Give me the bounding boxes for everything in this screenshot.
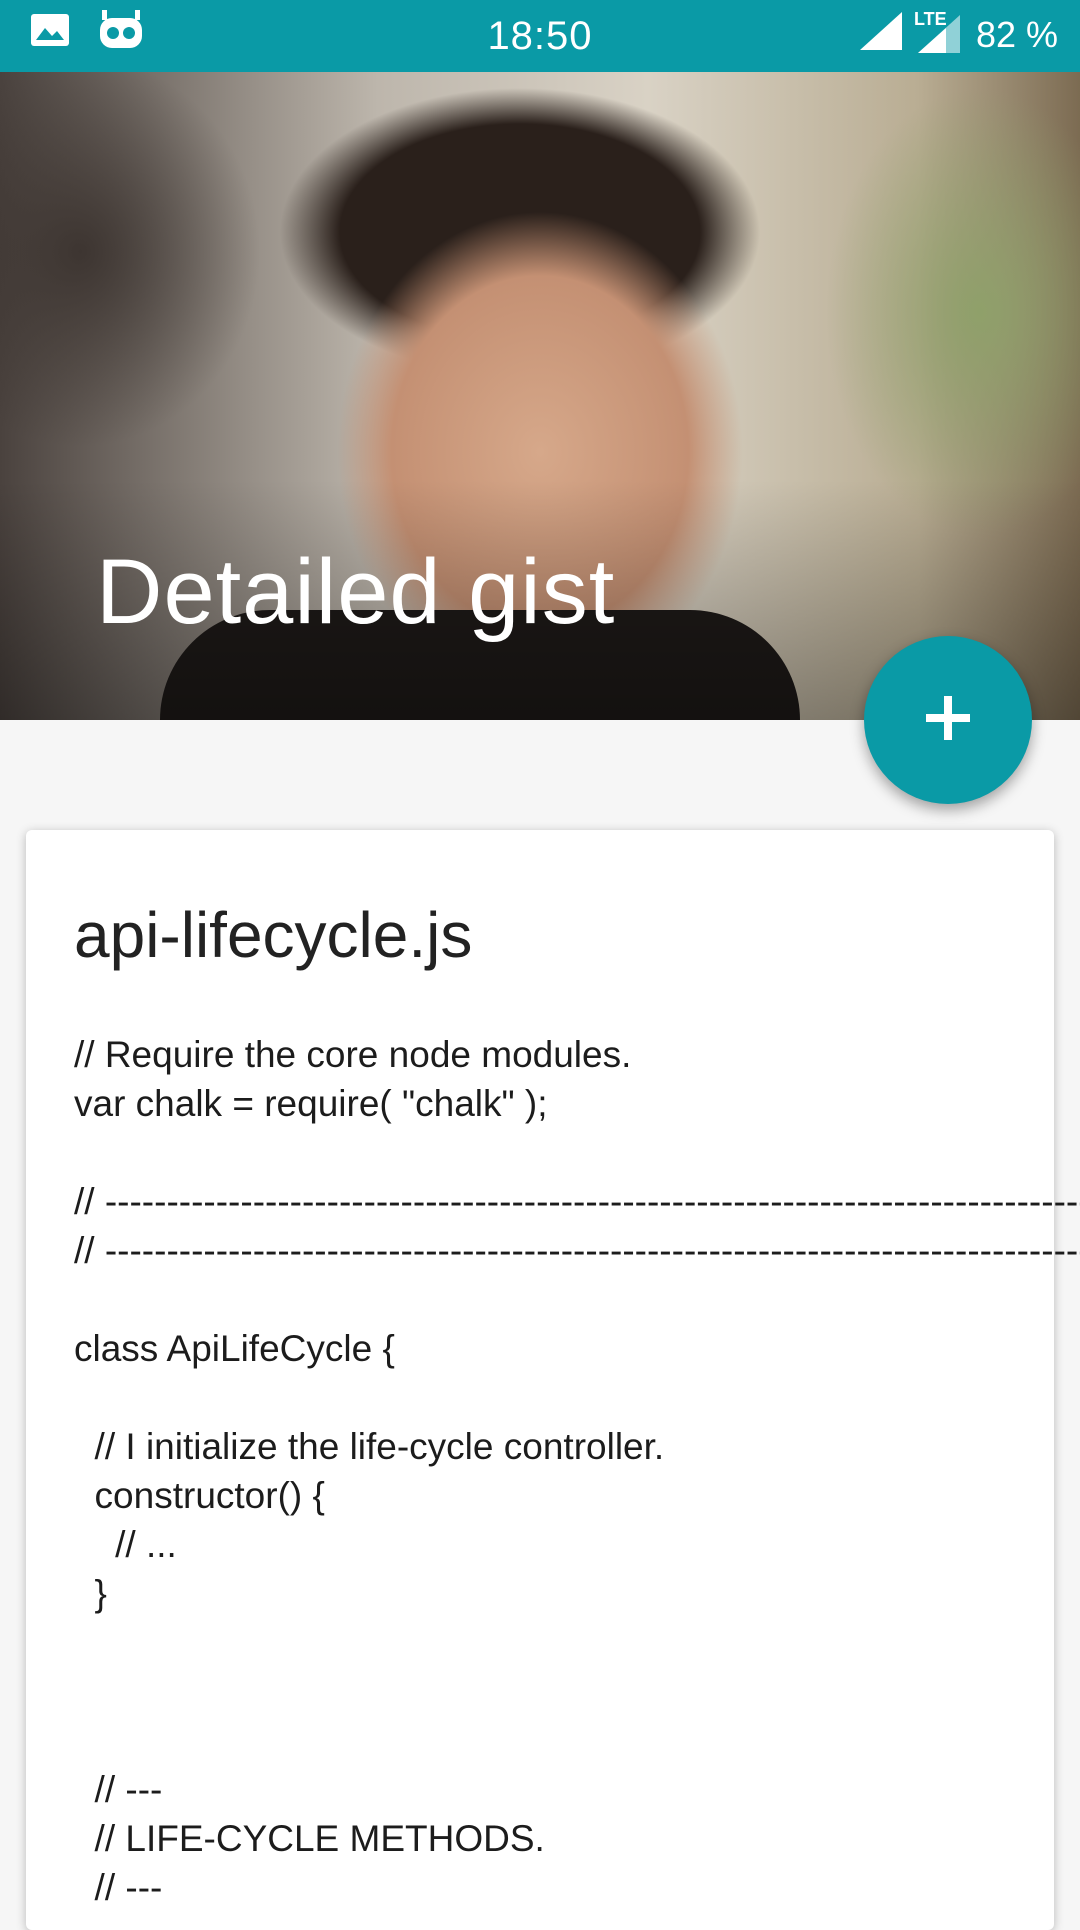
signal-icon	[859, 12, 904, 57]
lte-signal-icon: LTE	[914, 9, 962, 55]
header-image: Detailed gist	[0, 72, 1080, 720]
lte-label: LTE	[913, 8, 947, 29]
system-icons: LTE 82 %	[859, 9, 1058, 57]
battery-level: 82 %	[975, 13, 1058, 55]
add-button[interactable]	[864, 636, 1032, 804]
gist-code: // Require the core node modules. var ch…	[74, 1034, 1080, 1908]
gist-card: api-lifecycle.js // Require the core nod…	[26, 830, 1080, 1930]
gist-filename: api-lifecycle.js	[74, 899, 473, 971]
plus-icon	[922, 692, 974, 749]
page-title: Detailed gist	[96, 541, 616, 643]
status-bar: 18:50 LTE 82 %	[0, 0, 1080, 72]
